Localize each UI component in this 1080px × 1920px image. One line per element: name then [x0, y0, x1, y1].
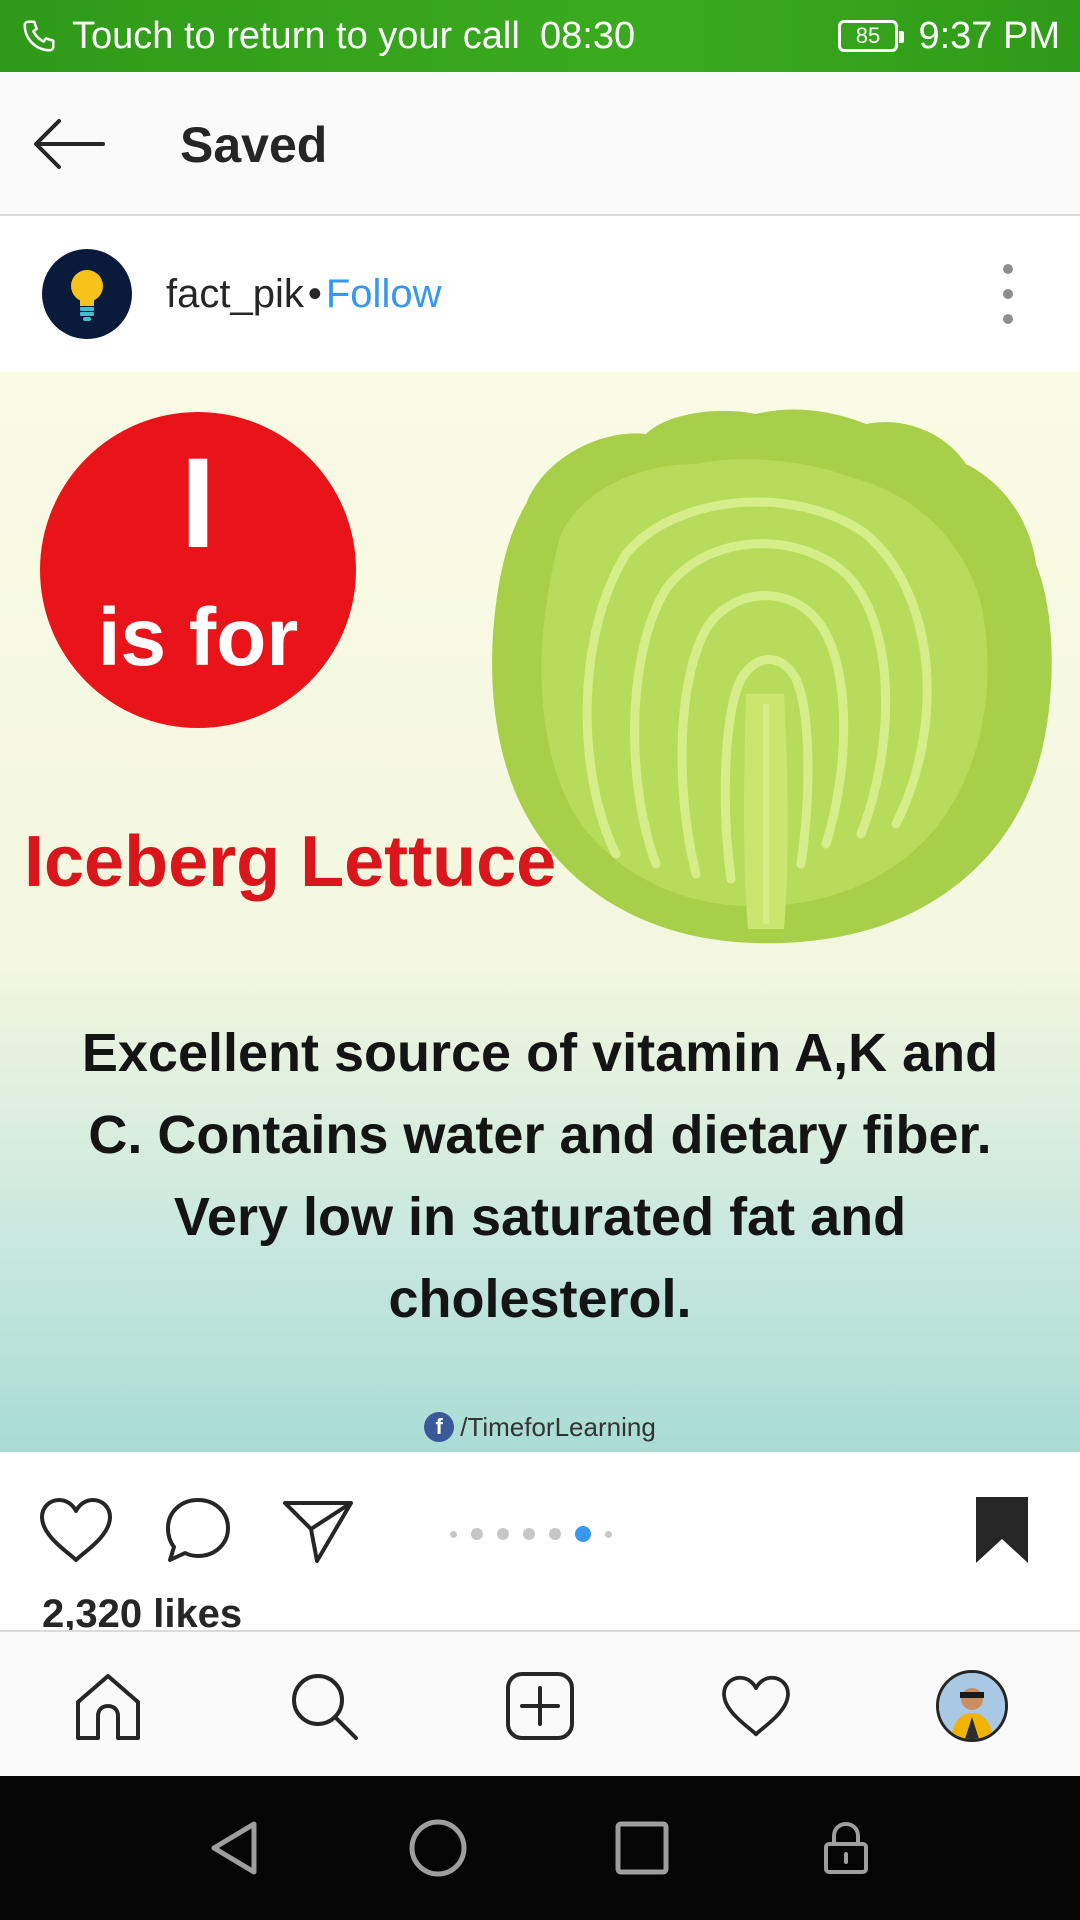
comment-icon — [166, 1498, 230, 1562]
follow-button[interactable]: Follow — [326, 272, 442, 316]
like-button[interactable] — [36, 1490, 116, 1570]
comment-button[interactable] — [158, 1490, 238, 1570]
phone-icon — [23, 20, 55, 52]
nav-home[interactable] — [68, 1666, 148, 1746]
recents-square-icon — [615, 1821, 669, 1875]
top-header: Saved — [0, 72, 1080, 216]
back-button[interactable] — [24, 106, 114, 182]
carousel-dot — [450, 1530, 457, 1538]
call-timer: 08:30 — [540, 15, 636, 57]
bottom-navigation — [0, 1630, 1080, 1776]
carousel-dot — [471, 1528, 483, 1540]
system-recents-button[interactable] — [610, 1816, 674, 1880]
profile-icon — [936, 1670, 1008, 1742]
more-dot-icon — [1003, 264, 1013, 274]
system-lock-button[interactable] — [814, 1816, 878, 1880]
status-bar[interactable]: Touch to return to your call 08:30 85 9:… — [0, 0, 1080, 72]
nav-new-post[interactable] — [500, 1666, 580, 1746]
carousel-dot — [497, 1528, 509, 1540]
home-circle-icon — [409, 1819, 467, 1877]
is-for-text: is for — [97, 592, 299, 683]
carousel-dot — [605, 1530, 612, 1538]
system-home-button[interactable] — [406, 1816, 470, 1880]
system-navigation-bar — [0, 1776, 1080, 1920]
system-back-button[interactable] — [202, 1816, 266, 1880]
nav-activity[interactable] — [716, 1666, 796, 1746]
nav-search[interactable] — [284, 1666, 364, 1746]
user-avatar[interactable] — [42, 249, 132, 339]
clock: 9:37 PM — [918, 15, 1060, 57]
home-icon — [76, 1674, 140, 1740]
back-triangle-icon — [211, 1821, 257, 1875]
username-line: fact_pik • Follow — [166, 266, 441, 322]
page-title: Saved — [180, 117, 328, 173]
share-button[interactable] — [278, 1490, 358, 1570]
username[interactable]: fact_pik — [166, 272, 304, 316]
heart-icon — [40, 1498, 112, 1562]
lock-icon — [824, 1821, 868, 1874]
watermark-text: /TimeforLearning — [460, 1412, 656, 1442]
carousel-dot — [549, 1528, 561, 1540]
separator-dot: • — [307, 272, 322, 316]
back-arrow-icon — [34, 119, 105, 169]
nav-profile[interactable] — [932, 1666, 1012, 1746]
activity-heart-icon — [722, 1675, 790, 1737]
carousel-dot-active — [575, 1526, 591, 1542]
bookmark-icon — [976, 1497, 1028, 1563]
alphabet-letter: I — [180, 432, 216, 575]
share-icon — [283, 1501, 353, 1563]
more-options-button[interactable] — [988, 264, 1028, 324]
return-to-call-text[interactable]: Touch to return to your call — [72, 14, 520, 58]
carousel-indicator — [450, 1526, 612, 1542]
more-dot-icon — [1003, 314, 1013, 324]
add-post-icon — [506, 1672, 574, 1740]
watermark: f /TimeforLearning — [0, 1412, 1080, 1442]
battery-indicator: 85 — [838, 20, 904, 52]
lightbulb-icon — [71, 270, 103, 321]
post-action-bar — [0, 1452, 1080, 1582]
more-dot-icon — [1003, 289, 1013, 299]
fact-text: Excellent source of vitamin A,K and C. C… — [81, 1023, 999, 1329]
vegetable-name: Iceberg Lettuce — [24, 822, 557, 902]
carousel-dot — [523, 1528, 535, 1540]
post-header: fact_pik • Follow — [0, 216, 1080, 373]
post-image[interactable]: I is for Iceberg Lettuce Excellent sourc… — [0, 372, 1080, 1452]
letter-circle: I is for — [40, 412, 356, 728]
facebook-icon: f — [424, 1412, 455, 1442]
search-icon — [292, 1674, 358, 1740]
save-bookmark-button[interactable] — [962, 1490, 1042, 1570]
